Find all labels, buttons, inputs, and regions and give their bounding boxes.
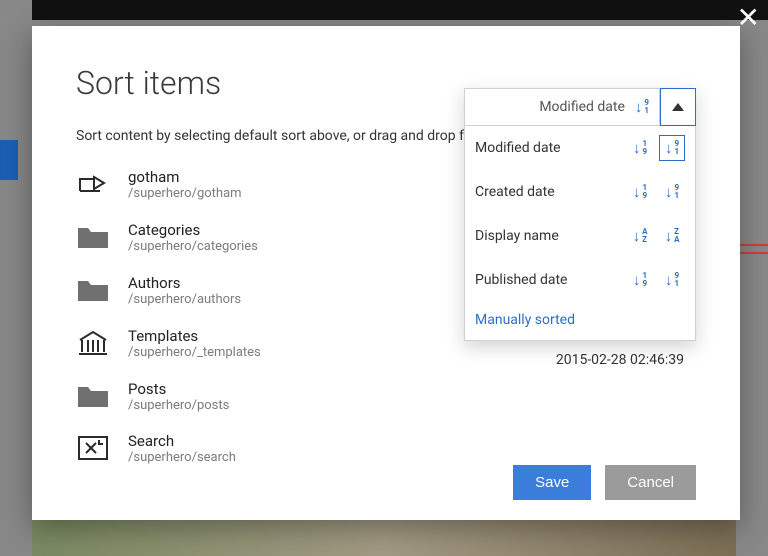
folder-icon xyxy=(76,221,110,251)
chevron-up-icon xyxy=(672,103,684,111)
list-item-path: /superhero/_templates xyxy=(128,345,261,362)
sort-option-row: Display name ↓AZ↓ZA xyxy=(465,214,695,258)
close-icon[interactable]: ✕ xyxy=(737,4,760,32)
shortcut-icon xyxy=(76,168,110,198)
sort-dropdown: Modified date ↓ 9 1 Modified date↓19↓91C… xyxy=(464,88,696,341)
list-item-name: Search xyxy=(128,432,236,450)
sort-desc-button[interactable]: ↓91 xyxy=(659,267,685,293)
list-item-text: Authors/superhero/authors xyxy=(128,274,241,309)
list-item-path: /superhero/authors xyxy=(128,292,241,309)
search-icon xyxy=(76,432,110,462)
manually-sorted-link[interactable]: Manually sorted xyxy=(475,312,575,328)
sort-asc-button[interactable]: ↓AZ xyxy=(627,223,653,249)
list-item-name: Categories xyxy=(128,221,258,239)
sort-desc-button[interactable]: ↓91 xyxy=(659,135,685,161)
sort-asc-button[interactable]: ↓19 xyxy=(627,179,653,205)
sort-asc-button[interactable]: ↓19 xyxy=(627,267,653,293)
sort-option-label: Created date xyxy=(475,184,621,200)
sort-option-label: Modified date xyxy=(475,140,621,156)
sort-desc-button[interactable]: ↓ZA xyxy=(659,223,685,249)
list-item-text: Search/superhero/search xyxy=(128,432,236,467)
list-item-path: /superhero/gotham xyxy=(128,186,242,203)
sort-direction-icon: ↓ 9 1 xyxy=(635,99,649,115)
folder-icon xyxy=(76,380,110,410)
sort-option-row: Created date ↓19↓91 xyxy=(465,170,695,214)
sort-option-label: Display name xyxy=(475,228,621,244)
temple-icon xyxy=(76,327,110,357)
sort-current-label: Modified date xyxy=(539,99,625,115)
list-item-name: Templates xyxy=(128,327,261,345)
list-item-text: gotham/superhero/gotham xyxy=(128,168,242,203)
background-blue-tab xyxy=(0,140,18,180)
list-item-path: /superhero/categories xyxy=(128,239,258,256)
list-item-text: Posts/superhero/posts xyxy=(128,380,229,415)
sort-option-label: Published date xyxy=(475,272,621,288)
sort-option-row: Published date ↓19↓91 xyxy=(465,258,695,302)
list-item-path: /superhero/search xyxy=(128,450,236,467)
sort-collapse-toggle[interactable] xyxy=(660,88,696,126)
sort-manual-row: Manually sorted xyxy=(465,302,695,340)
list-item-text: Templates/superhero/_templates xyxy=(128,327,261,362)
save-button[interactable]: Save xyxy=(513,465,591,500)
sort-option-row: Modified date ↓19↓91 xyxy=(465,126,695,170)
modal-footer: Save Cancel xyxy=(513,465,696,500)
sort-asc-button[interactable]: ↓19 xyxy=(627,135,653,161)
sort-items-modal: Sort items Sort content by selecting def… xyxy=(32,26,740,520)
sort-current-selection[interactable]: Modified date ↓ 9 1 xyxy=(464,88,660,126)
cancel-button[interactable]: Cancel xyxy=(605,465,696,500)
background-image xyxy=(32,520,736,556)
folder-icon xyxy=(76,274,110,304)
timestamp: 2015-02-28 02:46:39 xyxy=(556,352,684,368)
sort-desc-button[interactable]: ↓91 xyxy=(659,179,685,205)
sort-dropdown-header: Modified date ↓ 9 1 xyxy=(465,89,695,126)
list-item[interactable]: Posts/superhero/posts xyxy=(76,374,696,427)
list-item-name: gotham xyxy=(128,168,242,186)
list-item-name: Authors xyxy=(128,274,241,292)
list-item-name: Posts xyxy=(128,380,229,398)
list-item-text: Categories/superhero/categories xyxy=(128,221,258,256)
background-right xyxy=(740,158,768,258)
background-header xyxy=(32,0,768,20)
list-item-path: /superhero/posts xyxy=(128,398,229,415)
